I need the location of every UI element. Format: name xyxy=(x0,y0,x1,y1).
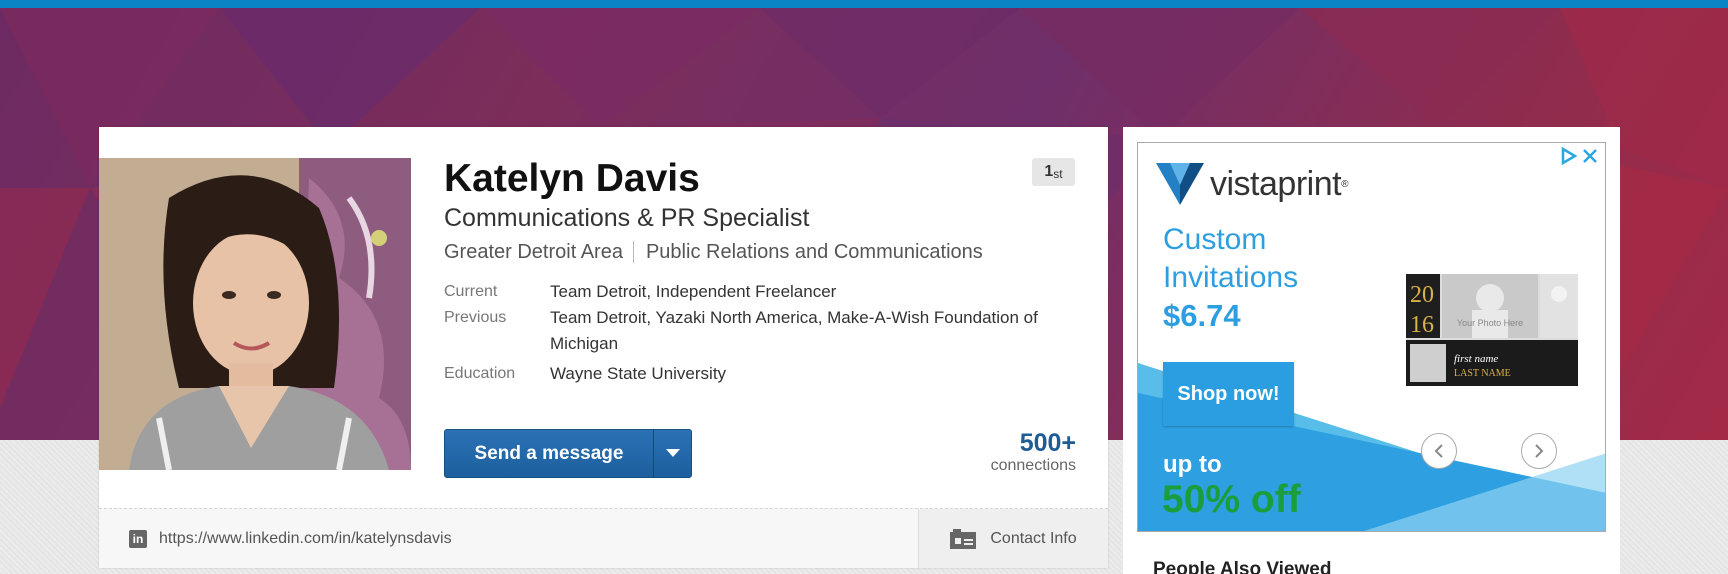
connections-number: 500+ xyxy=(1019,429,1076,457)
current-value[interactable]: Team Detroit, Independent Freelancer xyxy=(550,279,1080,305)
offer-price: $6.74 xyxy=(1163,298,1241,333)
offer-line-2: Invitations xyxy=(1163,261,1299,294)
vistaprint-ad[interactable]: vistaprint ® Custom Invitations $6.74 20… xyxy=(1137,142,1606,532)
profile-photo[interactable] xyxy=(99,158,411,470)
top-accent-bar xyxy=(0,0,1728,8)
promo-up-to: up to xyxy=(1163,451,1222,478)
meta-divider xyxy=(632,241,634,263)
address-book-icon xyxy=(950,528,977,549)
profile-name: Katelyn Davis xyxy=(444,157,700,200)
send-message-button-group: Send a message xyxy=(444,429,692,478)
profile-card-footer: in https://www.linkedin.com/in/katelynsd… xyxy=(99,508,1108,568)
ad-choices xyxy=(1559,147,1599,165)
public-profile-url[interactable]: in https://www.linkedin.com/in/katelynsd… xyxy=(99,509,918,568)
right-sidebar: vistaprint ® Custom Invitations $6.74 20… xyxy=(1123,127,1620,574)
ad-next-button[interactable] xyxy=(1521,433,1557,469)
contact-info-label: Contact Info xyxy=(990,529,1077,547)
close-icon[interactable] xyxy=(1581,147,1599,165)
current-label: Current xyxy=(444,283,498,300)
previous-value[interactable]: Team Detroit, Yazaki North America, Make… xyxy=(550,305,1080,357)
vistaprint-logo-icon xyxy=(1156,163,1204,205)
ad-prev-button[interactable] xyxy=(1421,433,1457,469)
education-value[interactable]: Wayne State University xyxy=(550,361,1080,387)
sample-year-bottom: 16 xyxy=(1410,312,1434,338)
shop-now-button[interactable]: Shop now! xyxy=(1163,362,1294,426)
more-actions-dropdown[interactable] xyxy=(654,430,691,477)
degree-number: 1 xyxy=(1044,163,1054,180)
people-also-viewed-heading: People Also Viewed xyxy=(1153,559,1332,574)
chevron-right-icon xyxy=(1535,444,1544,458)
profile-headline: Communications & PR Specialist xyxy=(444,204,810,232)
adchoices-icon[interactable] xyxy=(1559,147,1577,165)
promo-discount: 50% off xyxy=(1162,478,1301,521)
public-profile-url-text: https://www.linkedin.com/in/katelynsdavi… xyxy=(159,529,452,547)
previous-label: Previous xyxy=(444,309,507,326)
profile-summary-rows: Current Team Detroit, Independent Freela… xyxy=(444,279,1080,387)
degree-suffix: st xyxy=(1053,166,1063,181)
profile-industry[interactable]: Public Relations and Communications xyxy=(646,239,983,265)
connection-degree-badge: 1 st xyxy=(1032,158,1075,186)
education-label: Education xyxy=(444,365,516,382)
ad-offer: Custom Invitations $6.74 xyxy=(1163,221,1298,335)
contact-info-button[interactable]: Contact Info xyxy=(918,509,1108,568)
chevron-down-icon xyxy=(665,449,680,457)
education-row: Education Wayne State University xyxy=(444,361,1080,387)
vistaprint-wordmark: vistaprint xyxy=(1210,164,1342,203)
profile-location[interactable]: Greater Detroit Area xyxy=(444,239,623,265)
chevron-left-icon xyxy=(1434,444,1443,458)
sample-year-top: 20 xyxy=(1410,282,1434,308)
current-row: Current Team Detroit, Independent Freela… xyxy=(444,279,1080,305)
vistaprint-logo: vistaprint ® xyxy=(1156,163,1348,205)
previous-row: Previous Team Detroit, Yazaki North Amer… xyxy=(444,305,1080,357)
send-message-button[interactable]: Send a message xyxy=(445,430,653,477)
linkedin-icon: in xyxy=(129,529,147,548)
profile-info: Katelyn Davis Communications & PR Specia… xyxy=(444,157,1080,387)
connections-label: connections xyxy=(990,457,1076,474)
offer-line-1: Custom xyxy=(1163,223,1267,256)
profile-card: Katelyn Davis Communications & PR Specia… xyxy=(99,127,1108,568)
registered-mark: ® xyxy=(1341,178,1349,190)
profile-meta: Greater Detroit Area Public Relations an… xyxy=(444,239,1080,265)
connections-count[interactable]: 500+ connections xyxy=(991,429,1076,475)
sample-photo-text: Your Photo Here xyxy=(1457,318,1523,328)
